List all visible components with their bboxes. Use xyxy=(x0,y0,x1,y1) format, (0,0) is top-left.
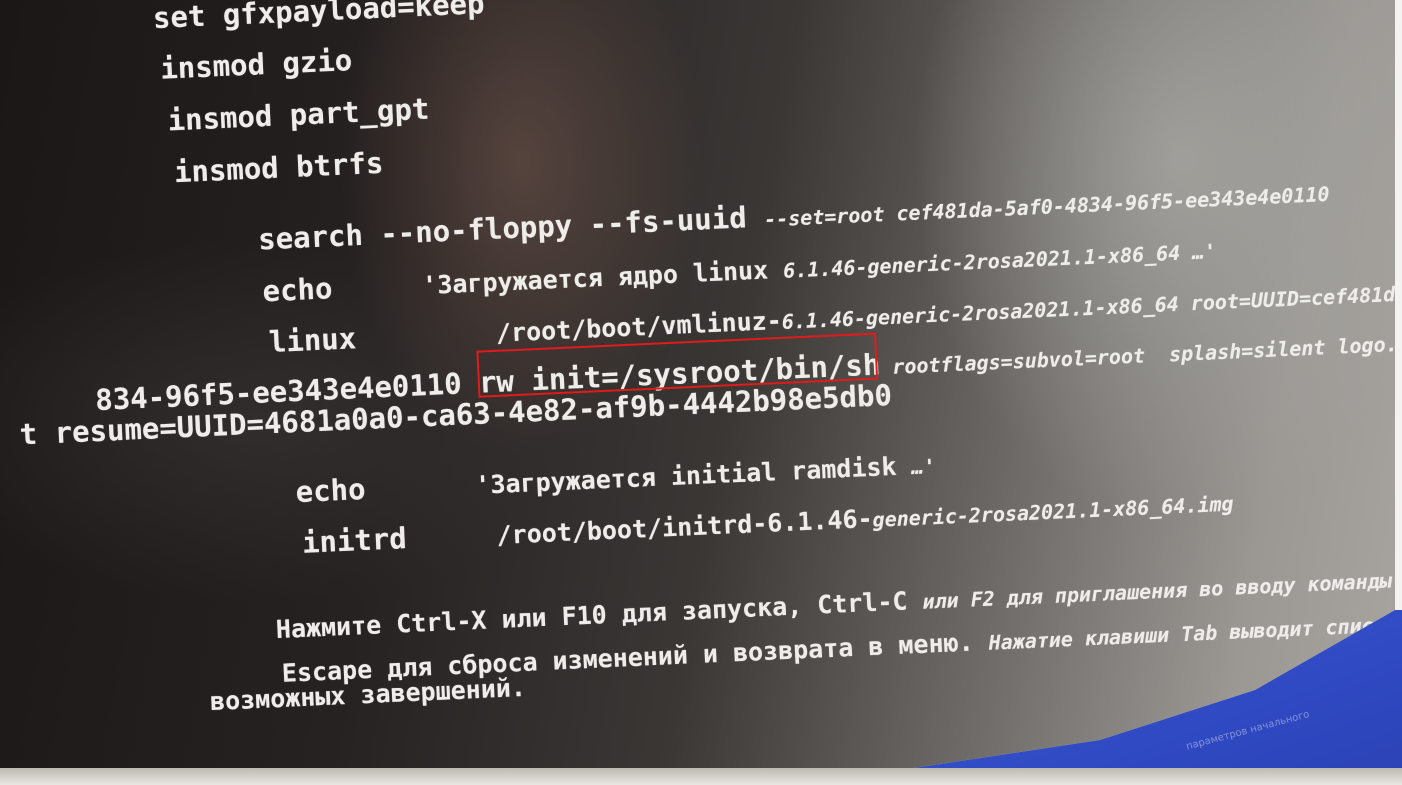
photo-of-monitor: set gfxpayload=keep insmod gzio insmod p… xyxy=(0,0,1402,785)
rootflags-parameters: rootflags=subvol=root splash=silent logo… xyxy=(879,329,1402,380)
editor-line-insmod-part-gpt[interactable]: insmod part_gpt xyxy=(167,92,430,138)
editor-line-insmod-gzio[interactable]: insmod gzio xyxy=(160,43,353,86)
editor-line-insmod-btrfs[interactable]: insmod btrfs xyxy=(173,146,384,189)
grub-edit-screen: set gfxpayload=keep insmod gzio insmod p… xyxy=(0,0,1402,770)
editor-line-gfxpayload[interactable]: set gfxpayload=keep xyxy=(152,0,485,35)
monitor-bezel xyxy=(0,768,1402,785)
monitor-screen: set gfxpayload=keep insmod gzio insmod p… xyxy=(0,0,1402,770)
initrd-image-name: generic-2rosa2021.1-x86_64.img xyxy=(872,491,1235,532)
initrd-command: initrd xyxy=(301,521,408,560)
echo-initrd-ellipsis: …' xyxy=(910,454,937,480)
initrd-path: /root/boot/initrd-6.1.46- xyxy=(495,503,874,551)
